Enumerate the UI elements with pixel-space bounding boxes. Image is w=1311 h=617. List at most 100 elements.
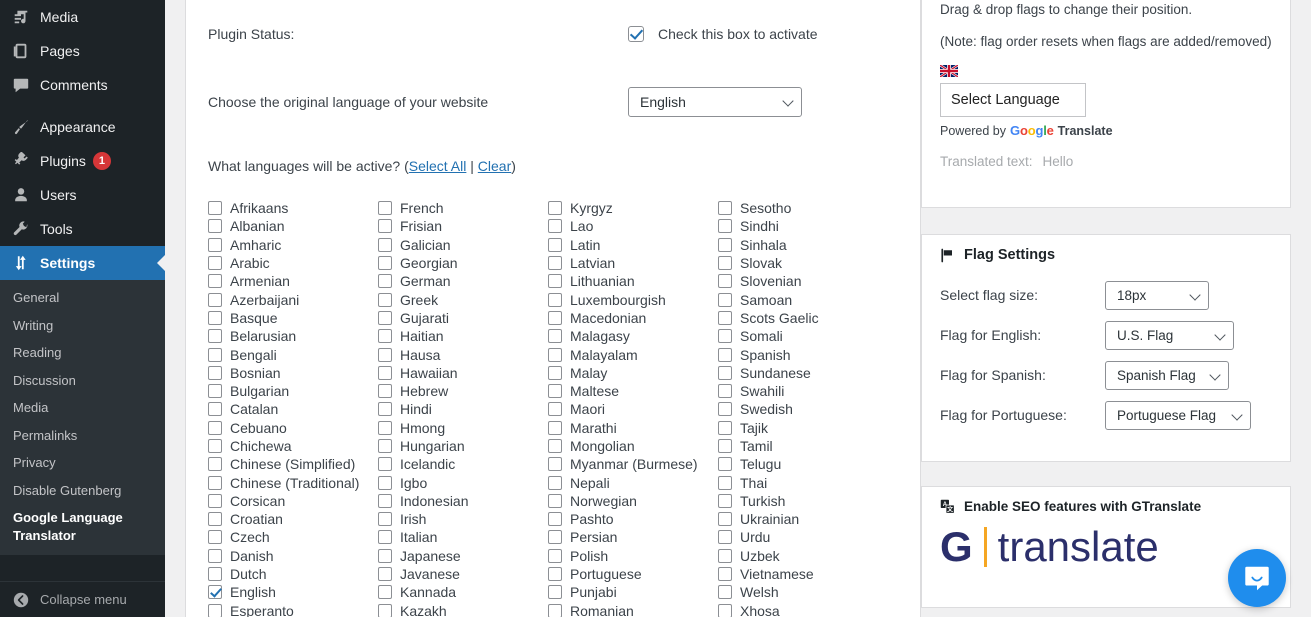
language-checkbox[interactable] <box>548 365 562 380</box>
language-item[interactable]: Armenian <box>208 272 380 290</box>
language-item[interactable]: Nepali <box>548 473 720 491</box>
language-item[interactable]: Somali <box>718 327 890 345</box>
language-item[interactable]: Portuguese <box>548 565 720 583</box>
language-checkbox[interactable] <box>718 256 732 271</box>
language-checkbox[interactable] <box>208 292 222 307</box>
language-checkbox[interactable] <box>718 420 732 435</box>
language-item[interactable]: Azerbaijani <box>208 290 380 308</box>
language-checkbox[interactable] <box>548 347 562 362</box>
language-item[interactable]: Uzbek <box>718 547 890 565</box>
language-item[interactable]: Bosnian <box>208 364 380 382</box>
sidebar-item-pages[interactable]: Pages <box>0 34 165 68</box>
sidebar-item-appearance[interactable]: Appearance <box>0 110 165 144</box>
language-checkbox[interactable] <box>548 585 562 600</box>
language-checkbox[interactable] <box>208 384 222 399</box>
language-item[interactable]: Basque <box>208 309 380 327</box>
language-checkbox[interactable] <box>718 512 732 527</box>
language-item[interactable]: Esperanto <box>208 602 380 617</box>
language-checkbox[interactable] <box>378 548 392 563</box>
language-checkbox[interactable] <box>208 347 222 362</box>
language-item[interactable]: Japanese <box>378 547 550 565</box>
language-item[interactable]: Arabic <box>208 254 380 272</box>
language-item[interactable]: Corsican <box>208 492 380 510</box>
language-item[interactable]: Icelandic <box>378 455 550 473</box>
flag-setting-select[interactable]: Portuguese Flag <box>1105 401 1251 430</box>
language-checkbox[interactable] <box>378 420 392 435</box>
language-checkbox[interactable] <box>378 585 392 600</box>
language-checkbox[interactable] <box>208 329 222 344</box>
sidebar-subitem-disable-gutenberg[interactable]: Disable Gutenberg <box>0 477 165 505</box>
language-checkbox[interactable] <box>718 530 732 545</box>
language-item[interactable]: Kazakh <box>378 602 550 617</box>
language-checkbox[interactable] <box>208 475 222 490</box>
language-item[interactable]: Sinhala <box>718 236 890 254</box>
language-item[interactable]: Indonesian <box>378 492 550 510</box>
language-item[interactable]: Malayalam <box>548 345 720 363</box>
language-checkbox[interactable] <box>378 237 392 252</box>
language-checkbox[interactable] <box>208 548 222 563</box>
language-item[interactable]: Croatian <box>208 510 380 528</box>
clear-link[interactable]: Clear <box>478 158 511 174</box>
language-checkbox[interactable] <box>718 603 732 617</box>
language-checkbox[interactable] <box>718 310 732 325</box>
language-item[interactable]: Javanese <box>378 565 550 583</box>
language-item[interactable]: Pashto <box>548 510 720 528</box>
language-checkbox[interactable] <box>548 292 562 307</box>
language-item[interactable]: Catalan <box>208 400 380 418</box>
language-checkbox[interactable] <box>378 439 392 453</box>
language-checkbox[interactable] <box>378 402 392 417</box>
language-item[interactable]: Chichewa <box>208 437 380 455</box>
language-item[interactable]: Macedonian <box>548 309 720 327</box>
language-checkbox[interactable] <box>378 347 392 362</box>
sidebar-item-plugins[interactable]: Plugins 1 <box>0 144 165 178</box>
language-checkbox[interactable] <box>208 585 222 600</box>
language-item[interactable]: Irish <box>378 510 550 528</box>
language-checkbox[interactable] <box>378 329 392 344</box>
language-checkbox[interactable] <box>718 237 732 252</box>
language-item[interactable]: Latin <box>548 236 720 254</box>
language-item[interactable]: Chinese (Simplified) <box>208 455 380 473</box>
sidebar-item-users[interactable]: Users <box>0 178 165 212</box>
language-checkbox[interactable] <box>548 420 562 435</box>
language-item[interactable]: Galician <box>378 236 550 254</box>
language-checkbox[interactable] <box>718 384 732 399</box>
language-checkbox[interactable] <box>548 402 562 417</box>
language-item[interactable]: Polish <box>548 547 720 565</box>
language-item[interactable]: English <box>208 583 380 601</box>
language-item[interactable]: Czech <box>208 528 380 546</box>
language-checkbox[interactable] <box>718 585 732 600</box>
language-checkbox[interactable] <box>548 256 562 271</box>
language-item[interactable]: Hausa <box>378 345 550 363</box>
flag-setting-select[interactable]: U.S. Flag <box>1105 321 1234 350</box>
language-item[interactable]: Tajik <box>718 419 890 437</box>
language-item[interactable]: Swahili <box>718 382 890 400</box>
language-checkbox[interactable] <box>208 256 222 271</box>
sidebar-subitem-general[interactable]: General <box>0 284 165 312</box>
language-checkbox[interactable] <box>548 603 562 617</box>
language-item[interactable]: Welsh <box>718 583 890 601</box>
language-item[interactable]: Samoan <box>718 290 890 308</box>
language-item[interactable]: Ukrainian <box>718 510 890 528</box>
language-checkbox[interactable] <box>378 567 392 582</box>
language-item[interactable]: Hmong <box>378 419 550 437</box>
language-item[interactable]: Italian <box>378 528 550 546</box>
language-checkbox[interactable] <box>208 219 222 234</box>
language-item[interactable]: Afrikaans <box>208 199 380 217</box>
language-checkbox[interactable] <box>548 439 562 453</box>
flag-setting-select[interactable]: 18px <box>1105 281 1209 310</box>
language-checkbox[interactable] <box>548 274 562 289</box>
language-checkbox[interactable] <box>718 567 732 582</box>
language-item[interactable]: Urdu <box>718 528 890 546</box>
language-item[interactable]: Telugu <box>718 455 890 473</box>
language-checkbox[interactable] <box>378 292 392 307</box>
language-checkbox[interactable] <box>718 548 732 563</box>
language-checkbox[interactable] <box>208 274 222 289</box>
language-checkbox[interactable] <box>378 603 392 617</box>
language-item[interactable]: Thai <box>718 473 890 491</box>
language-checkbox[interactable] <box>718 402 732 417</box>
language-checkbox[interactable] <box>718 219 732 234</box>
uk-flag-icon[interactable] <box>939 64 959 79</box>
language-checkbox[interactable] <box>548 201 562 216</box>
language-checkbox[interactable] <box>208 439 222 453</box>
sidebar-subitem-permalinks[interactable]: Permalinks <box>0 422 165 450</box>
